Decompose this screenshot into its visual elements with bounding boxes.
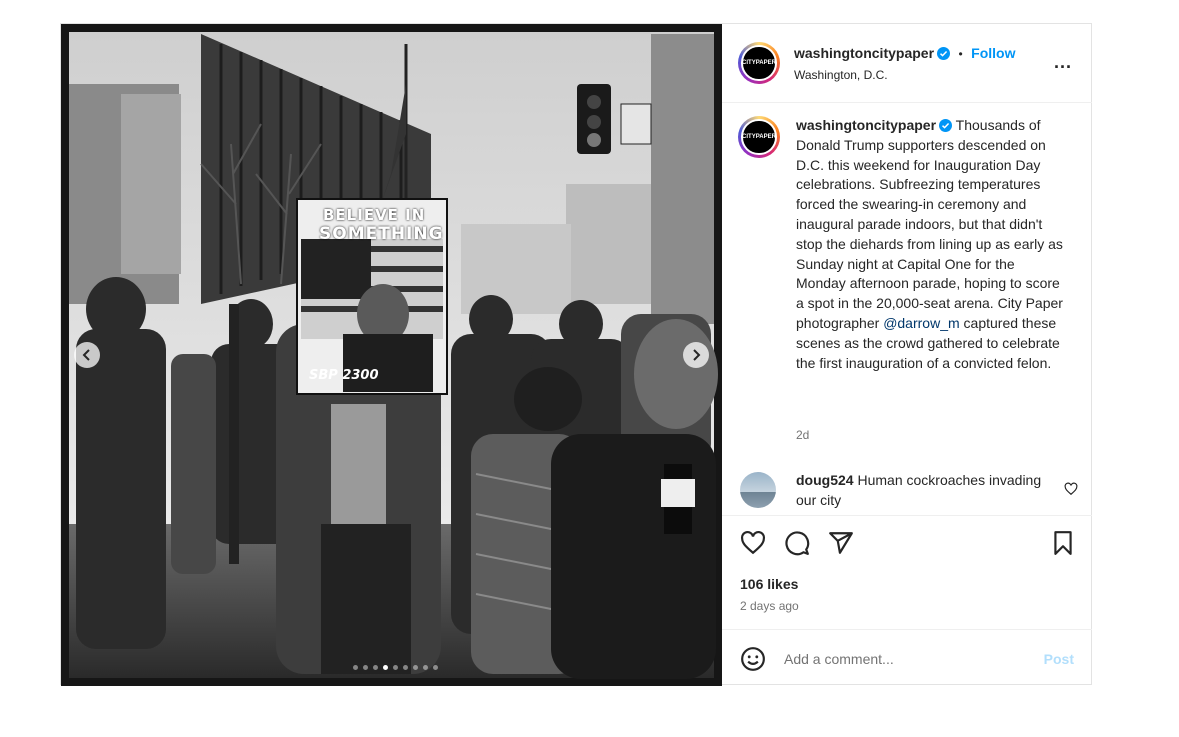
caption-body-start: Thousands of Donald Trump supporters des… [796, 117, 1063, 331]
carousel-indicator [353, 665, 438, 670]
commenter-username[interactable]: doug524 [796, 472, 854, 488]
post-comment-button[interactable]: Post [1044, 651, 1074, 667]
carousel-dot-active [383, 665, 388, 670]
commenter-avatar[interactable] [740, 472, 776, 508]
carousel-dot [363, 665, 368, 670]
avatar-logo: CITYPAPER [742, 47, 776, 79]
author-avatar[interactable]: CITYPAPER [738, 42, 780, 84]
sign-text-line2: SOMETHING [319, 224, 444, 244]
carousel-dot [433, 665, 438, 670]
follow-button[interactable]: Follow [971, 45, 1015, 61]
post-photo [61, 24, 722, 686]
bookmark-icon[interactable] [1050, 530, 1076, 556]
carousel-prev-button[interactable] [74, 342, 100, 368]
carousel-next-button[interactable] [683, 342, 709, 368]
carousel-dot [423, 665, 428, 670]
comment-text: doug524 Human cockroaches invading our c… [796, 470, 1046, 510]
post-sidebar: CITYPAPER washingtoncitypaper • Follow W… [722, 24, 1092, 684]
author-username[interactable]: washingtoncitypaper [794, 45, 934, 61]
avatar-ring-inner: CITYPAPER [741, 45, 777, 81]
sign-text-line1: BELIEVE IN [323, 206, 426, 224]
chevron-right-icon [693, 349, 701, 361]
verified-badge-icon [937, 47, 951, 60]
comment-icon[interactable] [784, 530, 810, 556]
carousel-dot [393, 665, 398, 670]
sign-text-footer: SBP 2300 [309, 368, 379, 383]
share-icon[interactable] [828, 530, 854, 556]
heart-icon[interactable] [740, 530, 766, 556]
post-location[interactable]: Washington, D.C. [794, 68, 888, 82]
author-line: washingtoncitypaper • Follow [794, 45, 1015, 63]
comment-input[interactable] [784, 646, 1024, 672]
avatar-logo: CITYPAPER [742, 121, 776, 153]
emoji-icon[interactable] [740, 646, 766, 672]
caption-text: washingtoncitypaper Thousands of Donald … [796, 116, 1066, 373]
post-header: CITYPAPER washingtoncitypaper • Follow W… [722, 24, 1092, 103]
post-actions: 106 likes 2 days ago [722, 515, 1092, 630]
carousel-dot [413, 665, 418, 670]
avatar-ring-inner: CITYPAPER [741, 119, 777, 155]
comment-like-heart-icon[interactable] [1064, 482, 1078, 496]
caption-mention-link[interactable]: @darrow_m [883, 315, 959, 331]
post-media-carousel[interactable]: BELIEVE IN SOMETHING SBP 2300 [61, 24, 722, 686]
dot-separator: • [958, 47, 963, 61]
instagram-post: BELIEVE IN SOMETHING SBP 2300 CITYPAPER [60, 23, 1092, 686]
caption-timestamp: 2d [796, 428, 810, 442]
more-options-icon[interactable]: ... [1054, 52, 1072, 73]
add-comment-bar: Post [722, 629, 1092, 687]
post-date: 2 days ago [740, 599, 799, 613]
chevron-left-icon [82, 349, 90, 361]
caption-avatar[interactable]: CITYPAPER [738, 116, 780, 158]
likes-count[interactable]: 106 likes [740, 576, 798, 592]
caption-username[interactable]: washingtoncitypaper [796, 117, 936, 133]
carousel-dot [373, 665, 378, 670]
carousel-dot [353, 665, 358, 670]
verified-badge-icon [939, 119, 953, 132]
carousel-dot [403, 665, 408, 670]
